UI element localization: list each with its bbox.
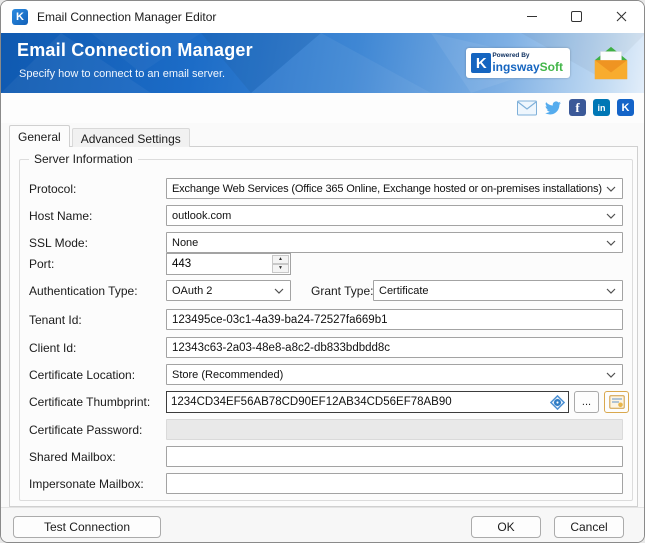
email-connection-manager-editor-window: K Email Connection Manager Editor Email …: [0, 0, 645, 543]
certificate-thumbprint-field: [166, 391, 569, 413]
impersonate-mailbox-row: Impersonate Mailbox:: [1, 473, 645, 495]
tenant-id-row: Tenant Id:: [1, 309, 645, 331]
certificate-thumbprint-row: Certificate Thumbprint: ...: [1, 391, 645, 413]
tab-advanced-settings[interactable]: Advanced Settings: [72, 128, 190, 147]
kingswaysoft-logo: K Powered By ingswaySoft: [466, 48, 570, 78]
thumbprint-browse-button[interactable]: ...: [574, 391, 599, 413]
host-name-combobox[interactable]: outlook.com: [166, 205, 623, 226]
certificate-thumbprint-input[interactable]: [167, 396, 550, 408]
footer-bar: Test Connection OK Cancel: [1, 507, 644, 543]
kingswaysoft-k-icon: K: [12, 9, 28, 25]
minimize-button[interactable]: [509, 1, 554, 32]
email-icon[interactable]: [517, 100, 537, 116]
protocol-select[interactable]: Exchange Web Services (Office 365 Online…: [166, 178, 623, 199]
certificate-store-button[interactable]: [604, 391, 629, 413]
port-input[interactable]: [167, 254, 277, 274]
certificate-location-select[interactable]: Store (Recommended): [166, 364, 623, 385]
shared-mailbox-input[interactable]: [166, 446, 623, 467]
linkedin-icon[interactable]: in: [593, 99, 610, 116]
window-title: Email Connection Manager Editor: [37, 10, 216, 24]
logo-name-soft: Soft: [540, 60, 563, 74]
kingswaysoft-icon[interactable]: K: [617, 99, 634, 116]
host-name-label: Host Name:: [29, 209, 92, 223]
logo-k-icon: K: [471, 53, 491, 73]
certificate-password-label: Certificate Password:: [29, 423, 142, 437]
chevron-down-icon: [606, 240, 616, 246]
certificate-password-row: Certificate Password:: [1, 419, 645, 441]
chevron-down-icon: [606, 186, 616, 192]
host-name-row: Host Name: outlook.com: [1, 205, 645, 227]
facebook-icon[interactable]: f: [569, 99, 586, 116]
impersonate-mailbox-input[interactable]: [166, 473, 623, 494]
ssl-mode-select[interactable]: None: [166, 232, 623, 253]
authentication-type-label: Authentication Type:: [29, 284, 138, 298]
client-id-input[interactable]: [166, 337, 623, 358]
shared-mailbox-row: Shared Mailbox:: [1, 446, 645, 468]
social-links-row: f in K: [1, 93, 644, 123]
tenant-id-label: Tenant Id:: [29, 313, 82, 327]
tab-strip: General Advanced Settings: [9, 125, 190, 147]
ok-button[interactable]: OK: [471, 516, 541, 538]
minimize-icon: [527, 16, 537, 17]
port-decrement-button[interactable]: ▼: [272, 264, 289, 273]
maximize-button[interactable]: [554, 1, 599, 32]
shared-mailbox-label: Shared Mailbox:: [29, 450, 116, 464]
protocol-row: Protocol: Exchange Web Services (Office …: [1, 178, 645, 200]
test-connection-button[interactable]: Test Connection: [13, 516, 161, 538]
authentication-type-select[interactable]: OAuth 2: [166, 280, 291, 301]
protocol-label: Protocol:: [29, 182, 76, 196]
port-stepper: ▲ ▼: [166, 253, 291, 275]
banner-subtitle: Specify how to connect to an email serve…: [19, 68, 225, 80]
twitter-icon[interactable]: [544, 100, 562, 116]
port-row: Port: ▲ ▼: [1, 253, 645, 275]
client-id-row: Client Id:: [1, 337, 645, 359]
ssl-mode-label: SSL Mode:: [29, 236, 88, 250]
certificate-thumbprint-label: Certificate Thumbprint:: [29, 395, 150, 409]
header-banner: Email Connection Manager Specify how to …: [1, 33, 644, 93]
close-icon: [616, 11, 627, 22]
tab-general[interactable]: General: [9, 125, 70, 147]
certificate-icon: [609, 395, 625, 409]
port-increment-button[interactable]: ▲: [272, 255, 289, 264]
title-bar: K Email Connection Manager Editor: [1, 1, 644, 33]
server-information-title: Server Information: [29, 152, 138, 166]
close-button[interactable]: [599, 1, 644, 32]
chevron-down-icon: [606, 288, 616, 294]
chevron-down-icon: [606, 372, 616, 378]
certificate-location-row: Certificate Location: Store (Recommended…: [1, 364, 645, 386]
banner-title: Email Connection Manager: [17, 40, 253, 61]
tenant-id-input[interactable]: [166, 309, 623, 330]
chevron-down-icon: [274, 288, 284, 294]
cancel-button[interactable]: Cancel: [554, 516, 624, 538]
port-label: Port:: [29, 257, 54, 271]
logo-name-kingsway: ingsway: [492, 60, 539, 74]
open-envelope-icon: [592, 44, 630, 82]
certificate-password-input: [166, 419, 623, 440]
client-id-label: Client Id:: [29, 341, 76, 355]
ssl-mode-row: SSL Mode: None: [1, 232, 645, 254]
certificate-location-label: Certificate Location:: [29, 368, 135, 382]
chevron-down-icon: [606, 213, 616, 219]
impersonate-mailbox-label: Impersonate Mailbox:: [29, 477, 144, 491]
grant-type-select[interactable]: Certificate: [373, 280, 623, 301]
maximize-icon: [571, 11, 582, 22]
grant-type-label: Grant Type:: [311, 284, 373, 298]
expression-diamond-icon[interactable]: [550, 395, 565, 410]
authentication-row: Authentication Type: OAuth 2 Grant Type:…: [1, 280, 645, 302]
